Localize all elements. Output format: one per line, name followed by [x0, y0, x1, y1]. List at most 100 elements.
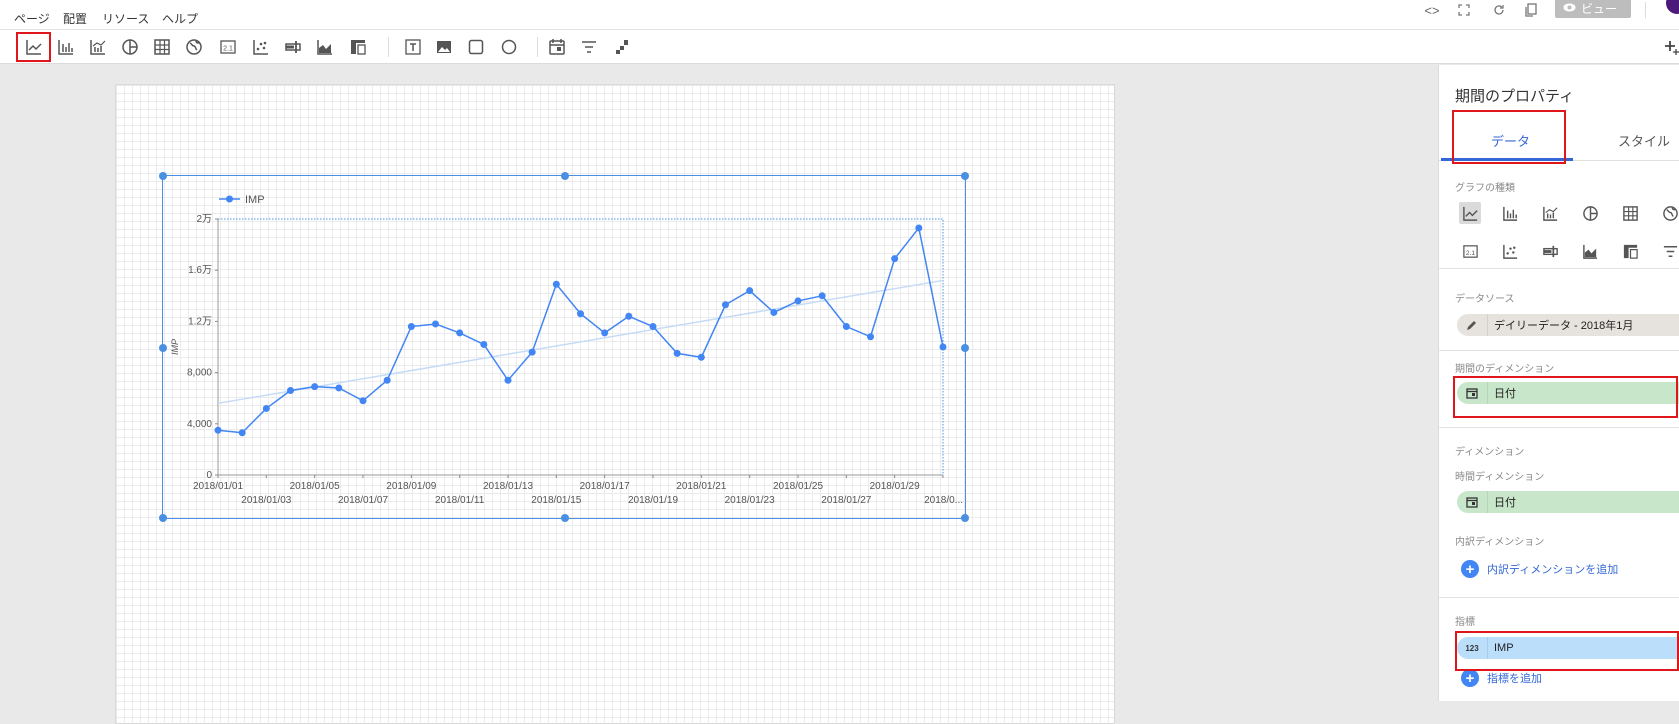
chart-type-option-table[interactable] — [1619, 202, 1641, 224]
refresh-icon[interactable] — [1490, 2, 1508, 18]
data-point — [262, 404, 270, 412]
metric-chip[interactable]: 123 IMP — [1457, 637, 1677, 659]
calendar-icon — [1457, 491, 1487, 513]
data-point — [480, 340, 488, 348]
chart-type-option-time-series[interactable] — [1459, 202, 1481, 224]
calendar-icon — [1457, 382, 1487, 404]
chart-type-option-scorecard[interactable]: 2.1 — [1459, 240, 1481, 262]
bullet-icon — [1542, 245, 1558, 257]
number-type-icon: 123 — [1465, 643, 1479, 653]
data-point — [383, 376, 391, 384]
x-tick-label: 2018/01/13 — [483, 481, 533, 492]
table-icon — [1622, 205, 1638, 221]
active-tab-indicator — [1441, 158, 1573, 161]
edit-icon — [1457, 314, 1487, 336]
y-tick-label: 0 — [206, 470, 212, 481]
metric-name: IMP — [1487, 637, 1677, 659]
chart-type-option-geo-map[interactable] — [1659, 202, 1679, 224]
y-tick-label: 4,000 — [187, 419, 212, 430]
avatar[interactable] — [1666, 0, 1679, 14]
plus-icon: + — [1461, 560, 1479, 578]
divider — [1645, 2, 1646, 18]
x-tick-label: 2018/01/03 — [241, 495, 291, 506]
code-icon[interactable]: <> — [1423, 2, 1441, 18]
panel-tabs: データ スタイル — [1439, 117, 1679, 161]
data-point — [746, 287, 754, 295]
data-point — [335, 384, 343, 392]
time-dimension-chip[interactable]: 日付 — [1457, 491, 1679, 513]
scatter-icon — [1502, 244, 1517, 259]
tab-style[interactable]: スタイル — [1618, 131, 1670, 150]
data-point — [552, 280, 560, 288]
period-dimension-chip[interactable]: 日付 — [1457, 382, 1679, 404]
fullscreen-icon[interactable] — [1455, 2, 1473, 18]
divider — [1439, 350, 1679, 351]
y-tick-label: 1.2万 — [188, 316, 212, 327]
x-tick-label: 2018/01/23 — [725, 495, 775, 506]
x-tick-label: 2018/01/15 — [531, 495, 581, 506]
chart-type-option-pivot[interactable] — [1619, 240, 1641, 262]
copy-icon[interactable] — [1522, 2, 1540, 18]
data-point — [238, 429, 246, 437]
y-tick-label: 1.6万 — [188, 265, 212, 276]
data-point — [504, 376, 512, 384]
x-tick-label: 2018/01/29 — [870, 481, 920, 492]
x-tick-label: 2018/01/05 — [290, 481, 340, 492]
chart-type-option-scatter[interactable] — [1499, 240, 1521, 262]
time-series-chart[interactable]: 0 4,000 8,000 1.2万 1.6万 2万 IMP 2018/01/01 2018/0… — [0, 0, 1000, 540]
data-point — [697, 353, 705, 361]
filter-icon — [1663, 245, 1677, 257]
x-tick-label: 2018/01/09 — [386, 481, 436, 492]
chart-type-option-area-chart[interactable] — [1579, 240, 1601, 262]
x-tick-label: 2018/01/19 — [628, 495, 678, 506]
add-breakdown-dimension-button[interactable]: + 内訳ディメンションを追加 — [1461, 560, 1618, 578]
datasource-chip[interactable]: デイリーデータ - 2018年1月 — [1457, 314, 1679, 336]
data-point — [625, 312, 633, 320]
data-point — [528, 348, 536, 356]
chart-type-option-filter[interactable] — [1659, 240, 1679, 262]
view-button-label: ビュー — [1581, 1, 1618, 16]
dimension-label: ディメンション — [1455, 447, 1525, 458]
data-point — [287, 387, 294, 395]
x-tick-label: 2018/01/25 — [773, 481, 823, 492]
add-component-button[interactable] — [1662, 35, 1679, 59]
add-metric-button[interactable]: + 指標を追加 — [1461, 669, 1542, 687]
x-tick-label: 2018/01/17 — [580, 481, 630, 492]
chart-type-option-combo-chart[interactable] — [1539, 202, 1561, 224]
add-metric-label: 指標を追加 — [1487, 673, 1542, 685]
y-tick-label: 2万 — [196, 214, 212, 225]
chart-type-option-bullet[interactable] — [1539, 240, 1561, 262]
data-point — [770, 308, 778, 316]
data-point — [359, 397, 367, 405]
period-dimension-label: 期間のディメンション — [1455, 364, 1555, 375]
tab-data[interactable]: データ — [1491, 131, 1530, 150]
properties-panel: 期間のプロパティ データ スタイル グラフの種類 データソース デイリーデータ … — [1438, 65, 1679, 701]
data-point — [407, 323, 415, 331]
chart-type-option-bar-chart[interactable] — [1499, 202, 1521, 224]
data-point — [915, 224, 923, 232]
data-point — [867, 333, 874, 341]
data-point — [842, 323, 850, 331]
x-tick-label: 2018/01/27 — [821, 495, 871, 506]
legend-marker — [226, 195, 233, 203]
eye-icon — [1563, 1, 1576, 15]
divider — [1439, 427, 1679, 428]
data-point — [577, 310, 584, 318]
data-point — [673, 349, 681, 357]
chart-type-option-pie-chart[interactable] — [1579, 202, 1601, 224]
data-point — [939, 343, 947, 351]
data-point — [891, 255, 899, 263]
y-axis-label: IMP — [170, 339, 180, 355]
plus-icon: + — [1461, 669, 1479, 687]
view-button[interactable]: ビュー — [1555, 0, 1631, 18]
plot-area-border — [217, 218, 944, 476]
geo-map-icon — [1662, 205, 1678, 221]
x-tick-label: 2018/01/01 — [193, 481, 243, 492]
divider — [1439, 597, 1679, 598]
divider — [1439, 268, 1679, 269]
data-point — [432, 320, 439, 328]
combo-chart-icon — [1542, 206, 1558, 221]
add-breakdown-label: 内訳ディメンションを追加 — [1487, 564, 1619, 576]
datasource-label: データソース — [1455, 294, 1515, 305]
chart-type-label: グラフの種類 — [1455, 183, 1515, 194]
